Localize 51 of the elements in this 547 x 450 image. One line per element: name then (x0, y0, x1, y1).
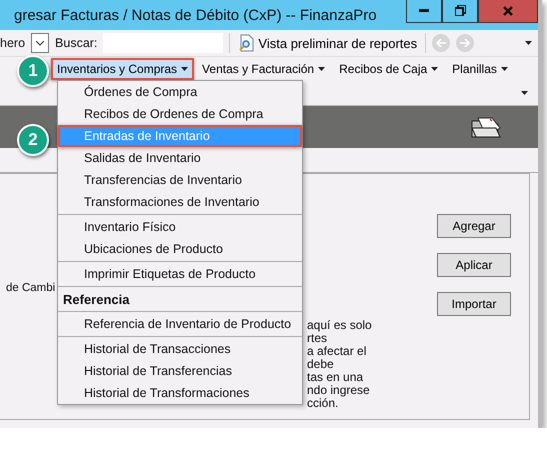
note-text: aquí es solo (307, 319, 372, 332)
partial-label: de Cambi (6, 282, 56, 294)
note-text: debe (307, 358, 335, 371)
minimize-icon (419, 9, 429, 12)
menu-item[interactable]: Imprimir Etiquetas de Producto (58, 263, 302, 285)
menu-bar-item[interactable]: Planillas (446, 58, 514, 80)
caret-icon (318, 67, 326, 71)
arrow-left-icon (436, 39, 446, 47)
minimize-button[interactable] (406, 0, 442, 22)
note-text: tas en una (307, 371, 364, 384)
form-button[interactable]: Importar (437, 292, 511, 316)
menu-item[interactable]: Referencia de Inventario de Producto (58, 313, 302, 335)
step-badge: 1 (17, 55, 49, 87)
caret-icon (181, 67, 188, 71)
search-label: Buscar: (55, 36, 98, 50)
menu-item[interactable]: Inventario Físico (58, 216, 302, 238)
partial-label: hero (0, 36, 26, 50)
menu-bar-item[interactable]: Ventas y Facturación (196, 58, 332, 80)
folder-icon (470, 115, 502, 139)
menu-item[interactable]: Recibos de Ordenes de Compra (58, 103, 302, 125)
form-button[interactable]: Aplicar (437, 253, 511, 277)
caret-icon (525, 41, 532, 45)
document-magnifier-icon (238, 34, 254, 52)
menu-item[interactable]: Ubicaciones de Producto (58, 238, 302, 260)
chevron-down-icon (36, 40, 44, 46)
note-text: a afectar el (307, 345, 368, 358)
menu-item[interactable]: Transformaciones de Inventario (58, 191, 302, 213)
caret-icon (500, 67, 508, 71)
note-text: ndo ingrese (307, 384, 371, 397)
close-button[interactable] (478, 0, 538, 22)
menu-item[interactable]: Historial de Transacciones (58, 338, 302, 360)
arrow-right-icon (460, 39, 470, 47)
note-text: rtes (307, 332, 328, 345)
menu-item[interactable]: Transferencias de Inventario (58, 169, 302, 191)
restore-button[interactable] (442, 0, 478, 22)
menu-item[interactable]: Historial de Transformaciones (58, 382, 302, 404)
menu-item[interactable]: Órdenes de Compra (58, 81, 302, 103)
caret-icon (431, 67, 438, 71)
note-text: cción. (307, 397, 338, 410)
menu-item[interactable]: Historial de Transferencias (58, 360, 302, 382)
menu-item[interactable]: Salidas de Inventario (58, 147, 302, 169)
dropdown-button[interactable] (31, 33, 50, 53)
menu-section-header: Referencia (62, 290, 130, 308)
menu-bar-item[interactable]: Inventarios y Compras (51, 58, 194, 80)
menu-bar-item[interactable]: Recibos de Caja (333, 58, 444, 80)
window-title: gresar Facturas / Notas de Débito (CxP) -- FinanzaPro (14, 6, 378, 24)
caret-icon (521, 91, 528, 95)
restore-icon (454, 5, 466, 16)
form-button[interactable]: Agregar (437, 214, 511, 238)
close-icon (503, 6, 513, 16)
preview-button[interactable]: Vista preliminar de reportes (236, 34, 420, 52)
